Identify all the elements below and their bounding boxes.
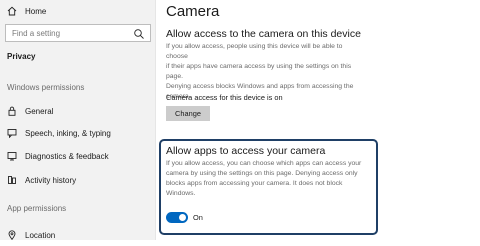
description-line: blocks apps from accessing your camera. … — [166, 180, 343, 187]
apps-access-heading: Allow apps to access your camera — [166, 145, 326, 157]
toggle-state-label: On — [193, 213, 203, 222]
sidebar-item-home[interactable]: Home — [0, 0, 155, 22]
sidebar-item-label: General — [25, 106, 54, 116]
sidebar-item-label: Diagnostics & feedback — [25, 151, 109, 161]
sidebar-item-label: Location — [25, 230, 56, 240]
sidebar-item-location[interactable]: Location — [0, 224, 155, 246]
sidebar-item-general[interactable]: General — [0, 100, 155, 122]
page-title: Camera — [166, 3, 220, 20]
activity-history-icon — [7, 175, 17, 185]
speech-icon — [7, 128, 17, 138]
toggle-knob — [179, 214, 186, 221]
diagnostics-icon — [7, 151, 17, 161]
description-line: If you allow access, people using this d… — [166, 43, 343, 60]
windows-permissions-header: Windows permissions — [7, 83, 85, 92]
description-line: Windows. — [166, 190, 196, 197]
sidebar-item-label: Speech, inking, & typing — [25, 128, 111, 138]
main-content: Camera Allow access to the camera on thi… — [156, 0, 480, 240]
sidebar: Home Find a setting Privacy Windows perm… — [0, 0, 155, 240]
change-button[interactable]: Change — [166, 106, 210, 121]
search-icon[interactable] — [133, 27, 145, 39]
description-line: If you allow access, you can choose whic… — [166, 160, 362, 167]
search-placeholder: Find a setting — [12, 28, 61, 38]
sidebar-item-label: Activity history — [25, 175, 77, 185]
location-icon — [7, 230, 17, 240]
apps-access-description: If you allow access, you can choose whic… — [166, 159, 366, 199]
sidebar-item-label: Home — [25, 6, 47, 16]
home-icon — [7, 6, 17, 16]
description-line: if their apps have camera access by usin… — [166, 63, 352, 80]
sidebar-item-activity-history[interactable]: Activity history — [0, 169, 155, 191]
lock-icon — [7, 106, 17, 116]
sidebar-item-diagnostics[interactable]: Diagnostics & feedback — [0, 145, 155, 167]
app-permissions-header: App permissions — [7, 204, 67, 213]
search-input[interactable]: Find a setting — [5, 24, 151, 42]
description-line: Denying access blocks Windows and apps f… — [166, 83, 354, 90]
sidebar-item-speech[interactable]: Speech, inking, & typing — [0, 122, 155, 144]
apps-access-toggle[interactable] — [166, 212, 188, 223]
device-access-status: Camera access for this device is on — [166, 93, 283, 102]
description-line: camera by using the settings on this pag… — [166, 170, 358, 177]
category-title: Privacy — [7, 52, 36, 61]
device-access-heading: Allow access to the camera on this devic… — [166, 28, 361, 40]
